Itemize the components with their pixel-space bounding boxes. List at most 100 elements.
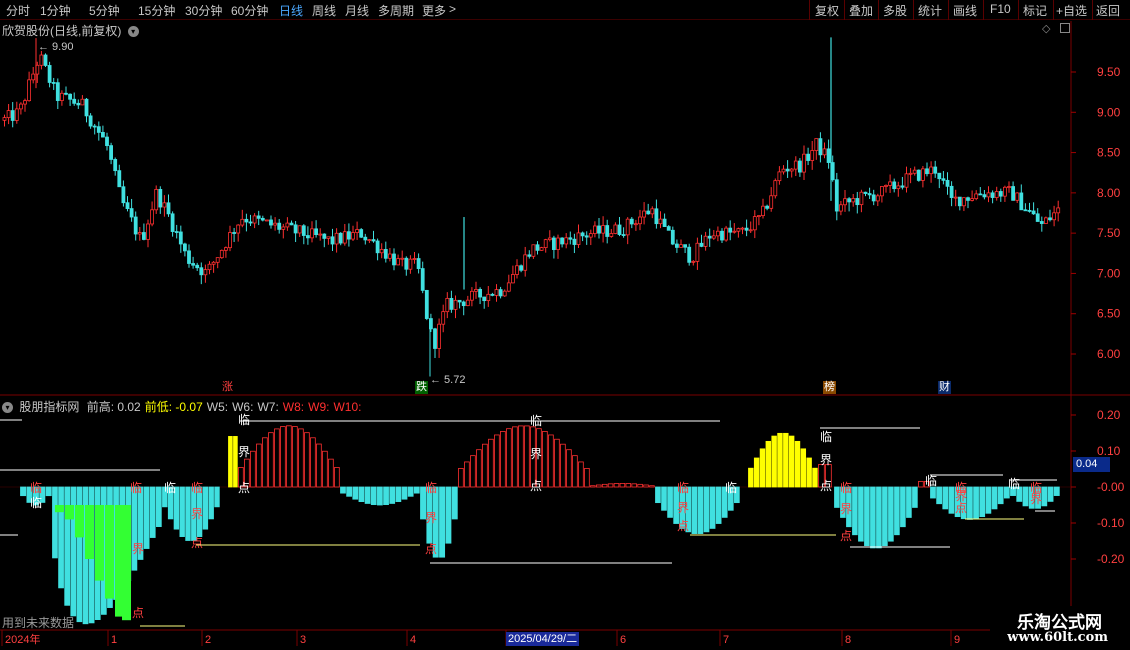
candle-up [679, 244, 683, 248]
candle-down [941, 178, 946, 181]
indicator-bar [407, 486, 414, 497]
candle-up [921, 168, 925, 181]
candle-up [400, 257, 405, 260]
event-tag-list[interactable]: 榜 [823, 381, 836, 394]
candle-up [781, 168, 786, 173]
candle-up [691, 260, 696, 263]
indicator-item: W7: [257, 400, 279, 414]
candle-up [896, 185, 901, 190]
candle-up [736, 228, 741, 232]
candle-up [252, 215, 257, 224]
candle-down [92, 125, 97, 128]
candle-down [88, 115, 93, 127]
candle-up [326, 236, 331, 239]
candle-up [843, 198, 847, 206]
candle-down [646, 210, 651, 215]
signal-char: 点 [955, 501, 967, 515]
candle-up [223, 247, 228, 251]
candle-up [1007, 186, 1011, 188]
indicator-bar [149, 486, 156, 538]
candle-down [10, 110, 15, 121]
indicator-green-bar [85, 505, 94, 559]
candle-down [133, 216, 138, 235]
event-tag-finance[interactable]: 财 [938, 381, 951, 394]
candle-up [564, 237, 569, 245]
price-tick-label: 6.50 [1097, 307, 1121, 321]
candle-up [203, 269, 208, 276]
candle-down [892, 181, 897, 190]
indicator-bar [991, 486, 998, 510]
indicator-bar [413, 486, 420, 494]
candle-up [953, 196, 958, 199]
indicator-bar [631, 483, 637, 488]
indicator-bar [358, 486, 365, 503]
indicator-bar [655, 486, 661, 504]
indicator-bar [45, 486, 52, 497]
signal-char: 临 [1008, 477, 1020, 491]
indicator-bar [1041, 486, 1048, 507]
candle-down [863, 191, 868, 194]
indicator-bar [864, 486, 870, 547]
candle-down [707, 235, 712, 239]
event-tag-rise[interactable]: 涨 [221, 381, 234, 394]
indicator-bar [445, 486, 452, 544]
candle-down [248, 221, 253, 224]
indicator-bar [1047, 486, 1054, 502]
candle-up [974, 193, 979, 200]
indicator-bar [1022, 486, 1029, 507]
indicator-bar [52, 486, 58, 559]
indicator-bar [470, 455, 476, 488]
event-tag-fall[interactable]: 跌 [415, 381, 428, 394]
signal-char: 点 [820, 479, 832, 493]
candle-down [490, 293, 495, 296]
candle-up [543, 239, 548, 249]
candle-up [929, 166, 933, 175]
candle-down [916, 169, 921, 181]
candle-down [949, 185, 954, 198]
indicator-bar [310, 437, 316, 488]
indicator-bar [882, 486, 888, 547]
indicator-item: W6: [232, 400, 254, 414]
indicator-item: 前高: 0.02 [86, 400, 141, 414]
signal-char: 界 [132, 542, 144, 556]
indicator-bar [401, 486, 408, 500]
indicator-bar [566, 449, 572, 488]
indicator-bar [554, 438, 560, 488]
indicator-green-bar [55, 505, 64, 513]
signal-char: 临 [840, 481, 852, 495]
indicator-bar [58, 486, 64, 589]
indicator-bar [858, 486, 864, 542]
signal-char: 界 [820, 453, 832, 467]
candle-down [683, 244, 687, 248]
candle-down [199, 267, 204, 276]
candle-down [1019, 192, 1024, 211]
indicator-bar [703, 486, 710, 533]
candle-up [851, 198, 856, 203]
indicator-bar [298, 428, 304, 488]
indicator-name: 股朋指标网 [19, 400, 80, 414]
indicator-bar [578, 461, 584, 488]
indicator-bar [482, 443, 488, 488]
candle-down [552, 237, 556, 250]
indicator-bar [619, 482, 626, 488]
candle-down [617, 224, 622, 235]
candle-down [51, 82, 56, 84]
candle-down [982, 194, 987, 198]
indicator-bar [777, 432, 783, 488]
candle-up [625, 218, 630, 236]
candle-down [1011, 186, 1015, 201]
candle-up [822, 148, 827, 156]
indicator-bar [667, 486, 673, 518]
candle-up [1015, 192, 1020, 201]
price-tick-label: 9.00 [1097, 105, 1121, 119]
indicator-bar [389, 486, 396, 504]
indicator-bar [625, 483, 632, 488]
candle-up [880, 186, 884, 197]
candle-up [60, 92, 64, 101]
indicator-bar [876, 486, 882, 549]
candle-down [720, 230, 724, 241]
candle-up [318, 233, 323, 236]
indicator-bar [643, 484, 649, 488]
chevron-down-icon[interactable]: ▾ [2, 402, 13, 414]
indicator-bar [256, 443, 262, 488]
